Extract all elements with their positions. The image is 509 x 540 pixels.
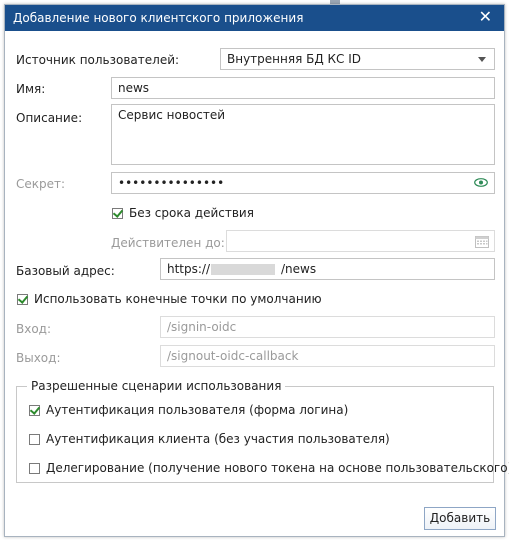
scenario-checkbox-user-auth[interactable]: [29, 404, 41, 416]
login-label: Вход:: [16, 322, 52, 336]
default-endpoints-label: Использовать конечные точки по умолчанию: [34, 292, 322, 306]
base-address-input[interactable]: https:// /news: [160, 258, 495, 280]
scenarios-legend: Разрешенные сценарии использования: [27, 379, 286, 393]
base-address-prefix: https://: [167, 262, 211, 276]
calendar-icon[interactable]: [475, 235, 489, 248]
dialog-titlebar: Добавление нового клиентского приложения…: [5, 5, 504, 31]
source-select-value: Внутренняя БД КС ID: [227, 52, 362, 66]
logout-input[interactable]: /signout-oidc-callback: [160, 345, 495, 367]
checkmark-icon: [17, 293, 29, 304]
checkmark-icon: [112, 207, 124, 218]
login-value: /signin-oidc: [167, 320, 237, 334]
login-input[interactable]: /signin-oidc: [160, 316, 495, 338]
scenario-label-delegation: Делегирование (получение нового токена н…: [46, 461, 509, 475]
chevron-down-icon: [478, 57, 486, 62]
logout-value: /signout-oidc-callback: [167, 349, 299, 363]
eye-icon[interactable]: [474, 178, 488, 187]
logout-label: Выход:: [16, 351, 61, 365]
scenario-checkbox-delegation[interactable]: [29, 463, 40, 474]
valid-until-input[interactable]: [226, 230, 495, 252]
close-icon[interactable]: ✕: [479, 7, 492, 26]
add-button[interactable]: Добавить: [424, 507, 496, 530]
no-expiry-checkbox[interactable]: [112, 207, 124, 219]
base-address-suffix: /news: [281, 262, 317, 276]
checkmark-icon: [29, 404, 41, 415]
add-client-dialog: Добавление нового клиентского приложения…: [4, 4, 509, 537]
secret-label: Секрет:: [16, 177, 66, 191]
no-expiry-label: Без срока действия: [129, 206, 254, 220]
default-endpoints-checkbox[interactable]: [17, 293, 29, 305]
description-textarea[interactable]: Сервис новостей: [111, 104, 495, 165]
description-value: Сервис новостей: [118, 108, 226, 122]
scenarios-group: Разрешенные сценарии использования Аутен…: [16, 379, 509, 483]
name-input[interactable]: news: [111, 77, 495, 99]
source-select[interactable]: Внутренняя БД КС ID: [220, 48, 495, 70]
dialog-title: Добавление нового клиентского приложения: [13, 11, 304, 25]
scenario-label-client-auth: Аутентификация клиента (без участия поль…: [46, 432, 390, 446]
scenario-label-user-auth: Аутентификация пользователя (форма логин…: [46, 403, 349, 417]
scenario-checkbox-client-auth[interactable]: [29, 434, 40, 445]
secret-value: •••••••••••••••: [118, 176, 225, 190]
redacted-host: [211, 264, 275, 275]
description-label: Описание:: [16, 111, 83, 125]
valid-until-label: Действителен до:: [111, 236, 225, 250]
source-label: Источник пользователей:: [16, 53, 180, 67]
name-input-value: news: [118, 81, 150, 95]
base-address-label: Базовый адрес:: [16, 264, 115, 278]
name-label: Имя:: [16, 82, 46, 96]
secret-input[interactable]: •••••••••••••••: [111, 172, 495, 194]
